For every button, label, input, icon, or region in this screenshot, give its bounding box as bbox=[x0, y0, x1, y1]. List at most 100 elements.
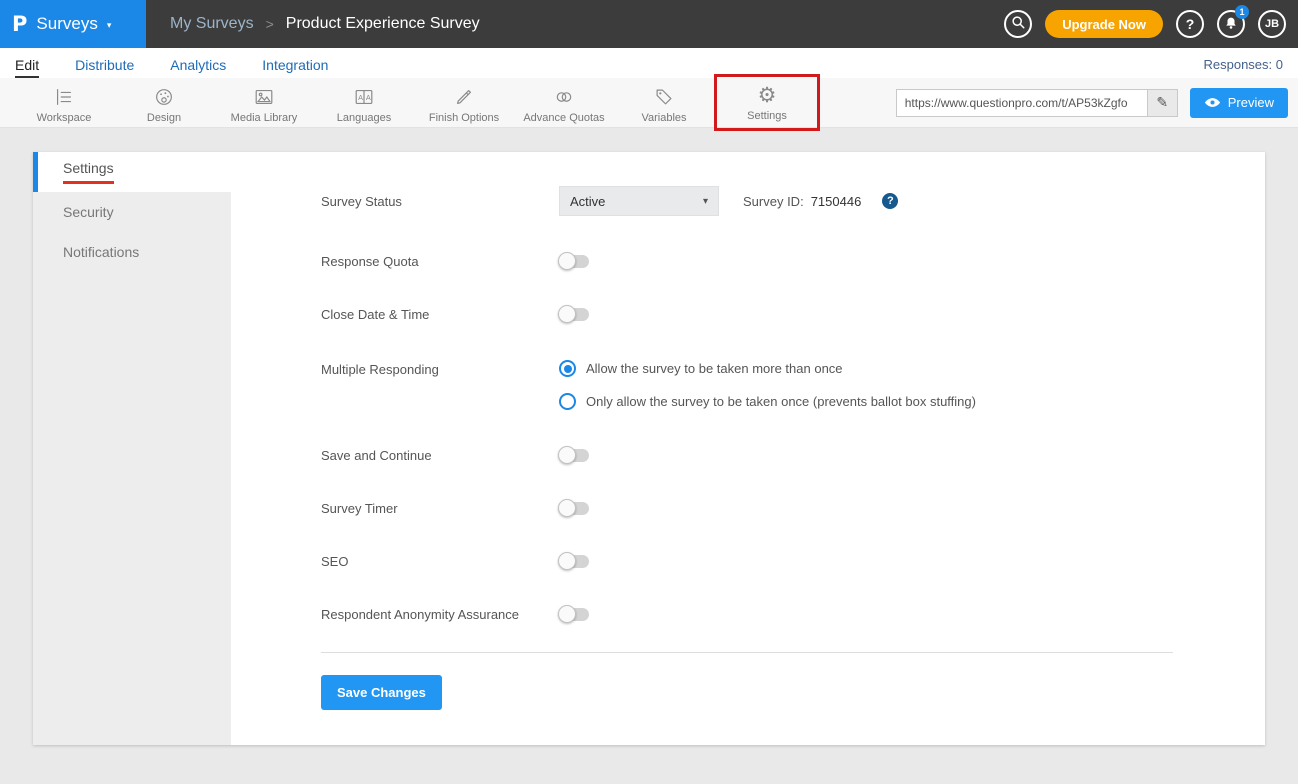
section-nav: Edit Distribute Analytics Integration Re… bbox=[0, 48, 1298, 78]
nav-tabs: Edit Distribute Analytics Integration bbox=[15, 57, 328, 78]
save-and-continue-toggle[interactable] bbox=[559, 449, 589, 462]
toolbar-label: Design bbox=[147, 112, 181, 124]
toolbar-label: Languages bbox=[337, 112, 391, 124]
notifications-button[interactable]: 1 bbox=[1217, 10, 1245, 38]
search-button[interactable] bbox=[1004, 10, 1032, 38]
tab-integration[interactable]: Integration bbox=[262, 57, 328, 78]
survey-timer-toggle[interactable] bbox=[559, 502, 589, 515]
toolbar-item-design[interactable]: Design bbox=[114, 81, 214, 124]
bell-icon bbox=[1224, 16, 1238, 33]
survey-status-select[interactable]: Active ▾ bbox=[559, 186, 719, 216]
svg-text:A: A bbox=[366, 93, 371, 102]
toolbar-item-advance-quotas[interactable]: Advance Quotas bbox=[514, 81, 614, 124]
sidebar-item-settings[interactable]: Settings bbox=[33, 152, 231, 192]
survey-status-label: Survey Status bbox=[321, 194, 559, 209]
sidebar-item-label: Security bbox=[63, 204, 114, 220]
close-date-time-label: Close Date & Time bbox=[321, 307, 559, 322]
survey-url-input[interactable] bbox=[897, 90, 1147, 116]
toolbar-item-variables[interactable]: Variables bbox=[614, 81, 714, 124]
avatar[interactable]: JB bbox=[1258, 10, 1286, 38]
advance-quotas-icon bbox=[553, 85, 575, 109]
toolbar-item-languages[interactable]: A A Languages bbox=[314, 81, 414, 124]
preview-button[interactable]: Preview bbox=[1190, 88, 1288, 118]
product-label: Surveys bbox=[36, 14, 97, 34]
response-quota-toggle[interactable] bbox=[559, 255, 589, 268]
close-date-time-toggle[interactable] bbox=[559, 308, 589, 321]
responses-count: Responses: 0 bbox=[1204, 57, 1284, 78]
sidebar-item-security[interactable]: Security bbox=[33, 192, 231, 232]
toggle-knob bbox=[558, 499, 576, 517]
radio-option-multiple-times[interactable]: Allow the survey to be taken more than o… bbox=[559, 360, 976, 377]
radio-unselected-icon[interactable] bbox=[559, 393, 576, 410]
toolbar-label: Settings bbox=[747, 110, 787, 122]
sidebar-item-label: Settings bbox=[63, 160, 114, 184]
breadcrumb: My Surveys > Product Experience Survey bbox=[170, 15, 480, 33]
finish-options-icon bbox=[453, 85, 475, 109]
upgrade-now-button[interactable]: Upgrade Now bbox=[1045, 10, 1163, 38]
radio-selected-icon[interactable] bbox=[559, 360, 576, 377]
toolbar-item-finish-options[interactable]: Finish Options bbox=[414, 81, 514, 124]
toggle-knob bbox=[558, 605, 576, 623]
sidebar-item-label: Notifications bbox=[63, 244, 139, 260]
toolbar-item-workspace[interactable]: Workspace bbox=[14, 81, 114, 124]
languages-icon: A A bbox=[353, 85, 375, 109]
close-date-time-row: Close Date & Time bbox=[321, 307, 1175, 322]
survey-id-label: Survey ID: bbox=[743, 194, 804, 209]
toolbar-label: Media Library bbox=[231, 112, 298, 124]
workspace-icon bbox=[53, 85, 75, 109]
survey-id-group: Survey ID: 7150446 ? bbox=[743, 193, 898, 209]
toolbar-item-settings[interactable]: ⚙ Settings bbox=[717, 79, 817, 122]
help-button[interactable]: ? bbox=[1176, 10, 1204, 38]
tab-edit[interactable]: Edit bbox=[15, 57, 39, 78]
respondent-anonymity-row: Respondent Anonymity Assurance bbox=[321, 607, 1175, 622]
toolbar-right: ✎ Preview bbox=[896, 88, 1298, 118]
survey-status-value: Active bbox=[570, 194, 605, 209]
tab-analytics[interactable]: Analytics bbox=[170, 57, 226, 78]
design-icon bbox=[153, 85, 175, 109]
media-library-icon bbox=[253, 85, 275, 109]
eye-icon bbox=[1204, 97, 1221, 108]
multiple-responding-label: Multiple Responding bbox=[321, 362, 559, 377]
toolbar-label: Advance Quotas bbox=[523, 112, 604, 124]
survey-timer-label: Survey Timer bbox=[321, 501, 559, 516]
edit-url-button[interactable]: ✎ bbox=[1147, 90, 1177, 116]
settings-card: Settings Security Notifications Survey S… bbox=[33, 152, 1265, 745]
toggle-knob bbox=[558, 446, 576, 464]
toggle-knob bbox=[558, 252, 576, 270]
questionpro-logo: P bbox=[12, 12, 27, 36]
edit-toolbar: Workspace Design Media Library A bbox=[0, 78, 1298, 128]
search-icon bbox=[1011, 15, 1026, 33]
variables-icon bbox=[653, 85, 675, 109]
seo-toggle[interactable] bbox=[559, 555, 589, 568]
survey-status-row: Survey Status Active ▾ Survey ID: 715044… bbox=[321, 186, 1175, 216]
radio-option-once-only[interactable]: Only allow the survey to be taken once (… bbox=[559, 393, 976, 410]
breadcrumb-my-surveys[interactable]: My Surveys bbox=[170, 15, 254, 33]
save-and-continue-row: Save and Continue bbox=[321, 448, 1175, 463]
preview-label: Preview bbox=[1228, 95, 1274, 110]
surveys-product-dropdown[interactable]: P Surveys ▾ bbox=[0, 0, 146, 48]
respondent-anonymity-toggle[interactable] bbox=[559, 608, 589, 621]
notification-badge: 1 bbox=[1235, 5, 1249, 19]
multiple-responding-options: Allow the survey to be taken more than o… bbox=[559, 360, 976, 410]
settings-gear-icon: ⚙ bbox=[758, 83, 777, 107]
svg-text:A: A bbox=[358, 93, 363, 102]
survey-url-box: ✎ bbox=[896, 89, 1178, 117]
seo-label: SEO bbox=[321, 554, 559, 569]
settings-sidebar: Settings Security Notifications bbox=[33, 152, 231, 745]
tab-distribute[interactable]: Distribute bbox=[75, 57, 134, 78]
save-changes-button[interactable]: Save Changes bbox=[321, 675, 442, 710]
seo-row: SEO bbox=[321, 554, 1175, 569]
toggle-knob bbox=[558, 305, 576, 323]
survey-timer-row: Survey Timer bbox=[321, 501, 1175, 516]
toolbar-item-media-library[interactable]: Media Library bbox=[214, 81, 314, 124]
survey-id-help-icon[interactable]: ? bbox=[882, 193, 898, 209]
content-area: Settings Security Notifications Survey S… bbox=[0, 128, 1298, 784]
settings-form: Survey Status Active ▾ Survey ID: 715044… bbox=[231, 152, 1265, 745]
form-divider bbox=[321, 652, 1173, 653]
settings-highlight-box: ⚙ Settings bbox=[714, 74, 820, 131]
sidebar-item-notifications[interactable]: Notifications bbox=[33, 232, 231, 272]
response-quota-row: Response Quota bbox=[321, 254, 1175, 269]
top-bar: P Surveys ▾ My Surveys > Product Experie… bbox=[0, 0, 1298, 48]
toolbar-label: Variables bbox=[641, 112, 686, 124]
multiple-responding-row: Multiple Responding Allow the survey to … bbox=[321, 360, 1175, 410]
